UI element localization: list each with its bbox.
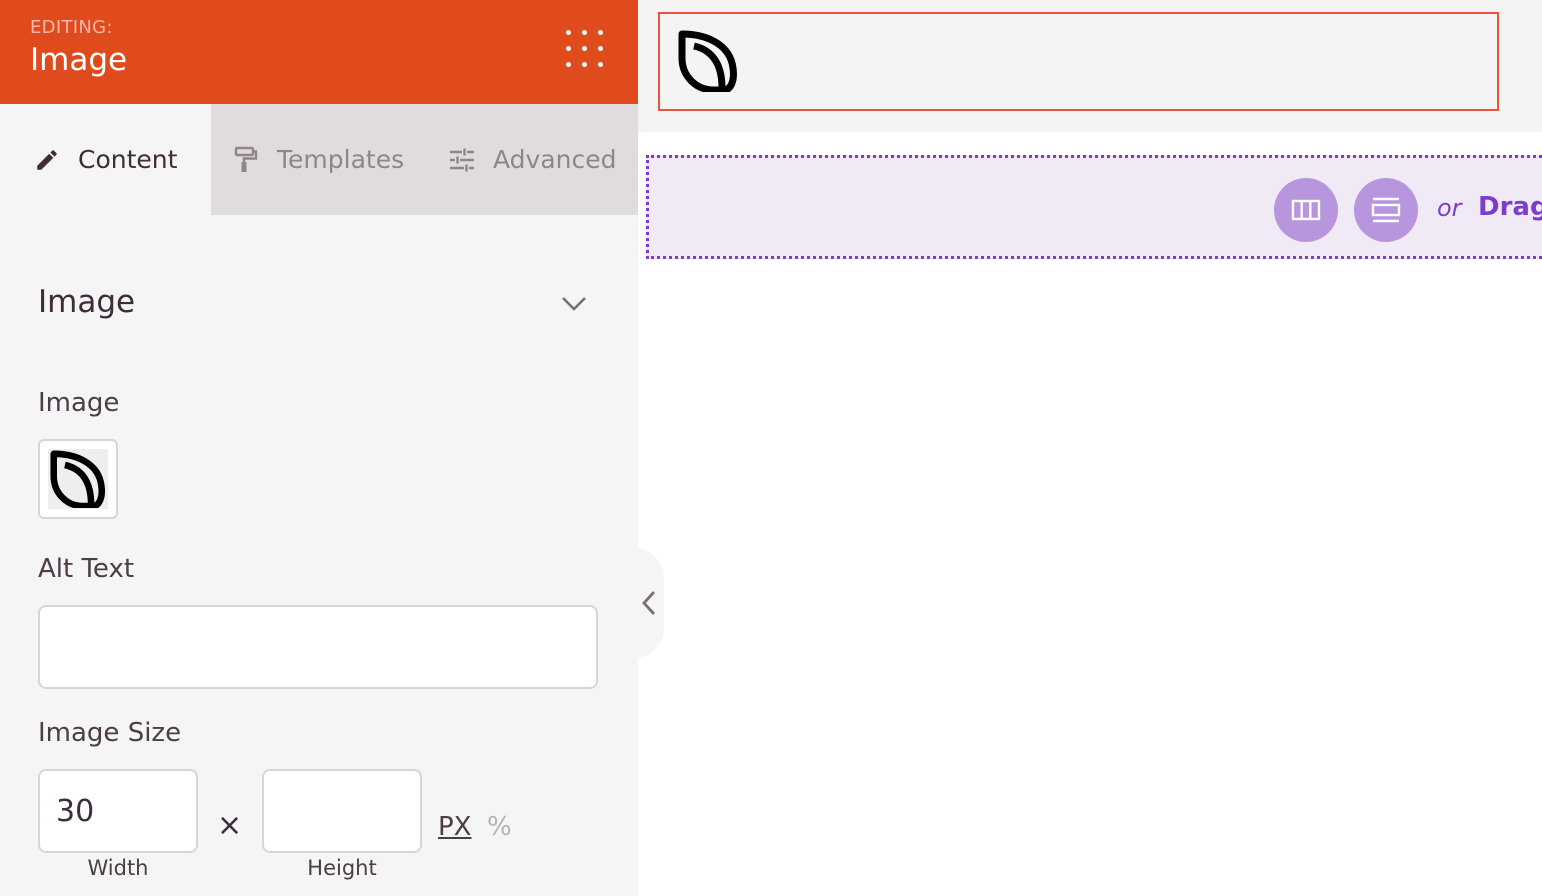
editing-label: EDITING: — [30, 17, 113, 38]
paint-roller-icon — [231, 145, 261, 175]
drop-drag-text: Drag — [1478, 192, 1542, 222]
columns-icon — [1291, 199, 1321, 221]
chevron-left-icon — [642, 591, 656, 615]
tab-advanced-label: Advanced — [493, 145, 617, 174]
times-symbol: × — [217, 808, 243, 843]
width-input[interactable] — [38, 769, 198, 853]
image-field-label: Image — [38, 388, 120, 418]
tab-templates[interactable]: Templates — [211, 104, 427, 215]
unit-percent-option[interactable]: % — [487, 812, 512, 842]
pencil-icon — [32, 145, 62, 175]
editing-title: Image — [30, 42, 128, 78]
sidebar-header: EDITING: Image — [0, 0, 638, 104]
image-size-label: Image Size — [38, 718, 182, 748]
width-caption: Width — [87, 856, 149, 880]
add-rows-button[interactable] — [1354, 178, 1418, 242]
dots-grid-icon[interactable] — [562, 26, 608, 72]
height-input[interactable] — [262, 769, 422, 853]
tab-content-label: Content — [78, 145, 178, 174]
collapse-sidebar-handle[interactable] — [624, 548, 664, 658]
sliders-icon — [447, 145, 477, 175]
unit-px-option[interactable]: PX — [438, 812, 472, 842]
image-module-selected[interactable] — [658, 12, 1499, 111]
rows-icon — [1371, 197, 1401, 223]
tab-templates-label: Templates — [277, 145, 405, 174]
drop-or-text: or — [1437, 194, 1462, 222]
chevron-down-icon[interactable] — [558, 288, 590, 320]
add-columns-button[interactable] — [1274, 178, 1338, 242]
tab-content[interactable]: Content — [0, 104, 211, 215]
alt-text-input[interactable] — [38, 605, 598, 689]
leaf-logo-icon — [48, 449, 108, 509]
section-title: Image — [38, 284, 136, 320]
drop-zone[interactable]: or Drag — [646, 155, 1542, 259]
tab-advanced[interactable]: Advanced — [427, 104, 638, 215]
image-picker[interactable] — [38, 439, 118, 519]
alt-text-label: Alt Text — [38, 554, 135, 584]
leaf-logo-icon — [678, 30, 738, 96]
tab-bar: Content Templates Advanced — [0, 104, 638, 215]
editor-sidebar: EDITING: Image Content Templates Advance… — [0, 0, 638, 896]
height-caption: Height — [307, 856, 377, 880]
